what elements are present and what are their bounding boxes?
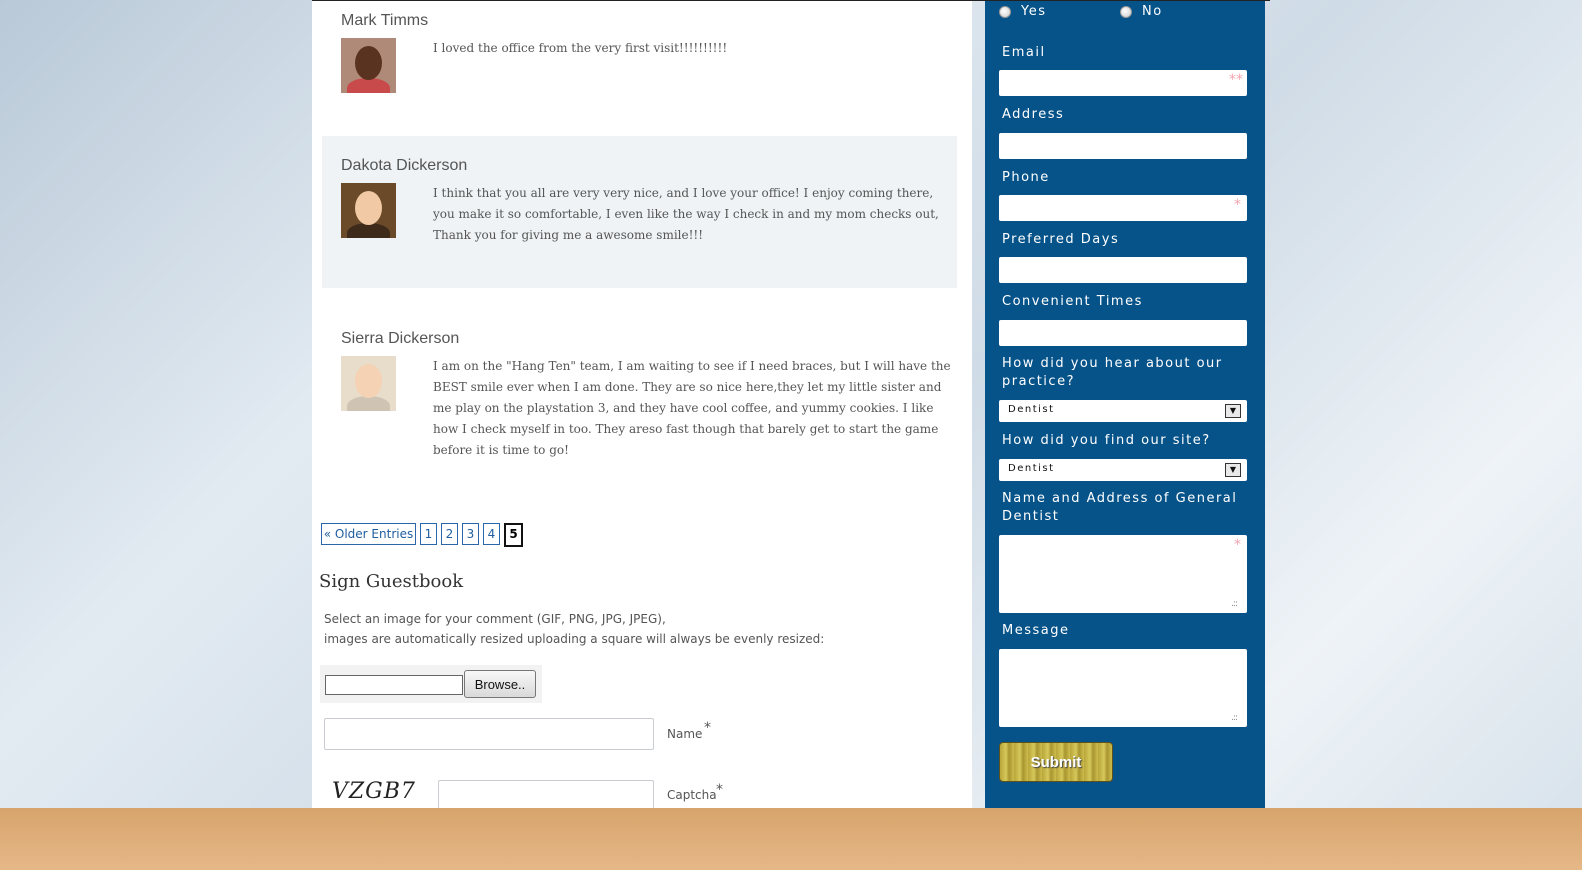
avatar: [341, 38, 396, 93]
find-site-value: Dentist: [1008, 463, 1055, 474]
preferred-days-label: Preferred Days: [1002, 232, 1120, 247]
upload-note-line-1: Select an image for your comment (GIF, P…: [324, 612, 666, 626]
general-dentist-required-mark: *: [1234, 537, 1241, 553]
yes-label: Yes: [1021, 4, 1047, 19]
submit-button[interactable]: Submit: [999, 742, 1113, 782]
phone-required-mark: *: [1234, 197, 1241, 213]
page-link-1[interactable]: 1: [420, 523, 437, 545]
message-label: Message: [1002, 623, 1070, 638]
entry-comment: I loved the office from the very first v…: [433, 41, 728, 55]
upload-note-line-2: images are automatically resized uploadi…: [324, 632, 825, 646]
general-dentist-label: Name and Address of General Dentist: [1002, 491, 1238, 524]
hear-about-label: How did you hear about our practice?: [1002, 356, 1223, 389]
guestbook-entry: Dakota Dickerson I think that you all ar…: [322, 136, 957, 288]
entry-author: Dakota Dickerson: [341, 157, 468, 174]
avatar: [341, 356, 396, 411]
image-upload: Browse..: [320, 665, 542, 703]
page-footer-band: [0, 808, 1582, 870]
entry-comment: I am on the "Hang Ten" team, I am waitin…: [433, 359, 951, 457]
no-radio[interactable]: [1120, 6, 1132, 18]
chevron-down-icon[interactable]: ▼: [1225, 404, 1241, 418]
resize-grip-icon[interactable]: .::: [1231, 713, 1238, 723]
guestbook-content: Mark Timms I loved the office from the v…: [312, 1, 972, 808]
captcha-label: Captcha: [667, 788, 717, 802]
message-textarea[interactable]: .::: [999, 649, 1247, 727]
guestbook-entry: Mark Timms I loved the office from the v…: [322, 1, 957, 121]
captcha-image: VZGB7: [332, 779, 416, 804]
entry-comment: I think that you all are very very nice,…: [433, 186, 939, 242]
captcha-required-mark: *: [716, 782, 723, 798]
file-path-field[interactable]: [325, 675, 463, 695]
upload-instructions: Select an image for your comment (GIF, P…: [324, 609, 824, 649]
no-label: No: [1142, 4, 1163, 19]
phone-label: Phone: [1002, 170, 1050, 185]
email-field[interactable]: **: [999, 70, 1247, 96]
name-input[interactable]: [324, 718, 654, 750]
phone-field[interactable]: *: [999, 195, 1247, 221]
find-site-select[interactable]: Dentist ▼: [999, 459, 1247, 481]
chevron-down-icon[interactable]: ▼: [1225, 463, 1241, 477]
entry-author: Mark Timms: [341, 12, 429, 29]
page-link-4[interactable]: 4: [483, 523, 500, 545]
page-link-2[interactable]: 2: [441, 523, 458, 545]
preferred-days-field[interactable]: [999, 257, 1247, 283]
name-label: Name: [667, 727, 703, 741]
captcha-input[interactable]: [438, 780, 654, 808]
email-label: Email: [1002, 45, 1046, 60]
general-dentist-textarea[interactable]: * .::: [999, 535, 1247, 613]
avatar: [341, 183, 396, 238]
find-site-label: How did you find our site?: [1002, 433, 1211, 448]
hear-about-value: Dentist: [1008, 404, 1055, 415]
page-current-5: 5: [504, 523, 523, 547]
older-entries-link[interactable]: « Older Entries: [321, 523, 416, 545]
email-required-mark: **: [1229, 72, 1243, 88]
browse-button[interactable]: Browse..: [464, 670, 536, 698]
address-label: Address: [1002, 107, 1065, 122]
name-required-mark: *: [704, 720, 711, 736]
sign-guestbook-title: Sign Guestbook: [319, 571, 464, 592]
guestbook-entry: Sierra Dickerson I am on the "Hang Ten" …: [322, 311, 957, 461]
hear-about-select[interactable]: Dentist ▼: [999, 400, 1247, 422]
address-field[interactable]: [999, 133, 1247, 159]
entry-author: Sierra Dickerson: [341, 330, 460, 347]
appointment-form-sidebar: Yes No Email ** Address Phone * Preferre…: [985, 1, 1265, 808]
convenient-times-field[interactable]: [999, 320, 1247, 346]
resize-grip-icon[interactable]: .::: [1231, 599, 1238, 609]
convenient-times-label: Convenient Times: [1002, 294, 1143, 309]
yes-radio[interactable]: [999, 6, 1011, 18]
page-link-3[interactable]: 3: [462, 523, 479, 545]
